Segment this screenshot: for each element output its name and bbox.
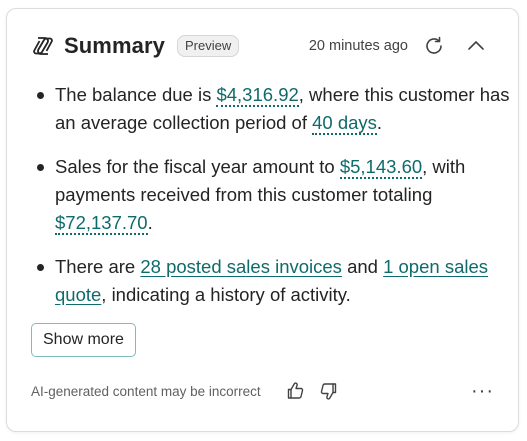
thumbs-up-button[interactable] xyxy=(281,377,309,405)
fiscal-sales-value[interactable]: $5,143.60 xyxy=(339,156,423,179)
payments-received-value[interactable]: $72,137.70 xyxy=(55,212,148,235)
posted-invoices-link[interactable]: 28 posted sales invoices xyxy=(140,256,342,277)
card-title: Summary xyxy=(64,33,165,58)
card-header: Summary Preview 20 minutes ago xyxy=(31,31,490,61)
timestamp: 20 minutes ago xyxy=(308,38,408,54)
summary-point-sales: Sales for the fiscal year amount to $5,1… xyxy=(37,153,525,237)
collapse-button[interactable] xyxy=(462,32,490,60)
refresh-button[interactable] xyxy=(420,32,448,60)
thumbs-up-icon xyxy=(287,382,303,399)
show-more-button[interactable]: Show more xyxy=(31,323,136,357)
ai-disclaimer: AI-generated content may be incorrect xyxy=(31,383,261,399)
summary-points: The balance due is $4,316.92, where this… xyxy=(31,81,525,325)
preview-badge: Preview xyxy=(176,35,240,57)
collection-period-value[interactable]: 40 days xyxy=(312,112,377,135)
copilot-logo-icon xyxy=(31,34,55,58)
more-options-icon[interactable]: ··· xyxy=(471,380,494,403)
card-footer: AI-generated content may be incorrect ··… xyxy=(31,377,494,405)
thumbs-down-button[interactable] xyxy=(315,377,343,405)
balance-due-value[interactable]: $4,316.92 xyxy=(216,84,299,107)
summary-point-activity: There are 28 posted sales invoices and 1… xyxy=(37,253,525,309)
chevron-up-icon xyxy=(468,41,484,50)
refresh-icon xyxy=(426,36,442,54)
summary-point-balance: The balance due is $4,316.92, where this… xyxy=(37,81,525,137)
thumbs-down-icon xyxy=(320,383,336,400)
summary-card: Summary Preview 20 minutes ago The balan… xyxy=(6,8,519,432)
